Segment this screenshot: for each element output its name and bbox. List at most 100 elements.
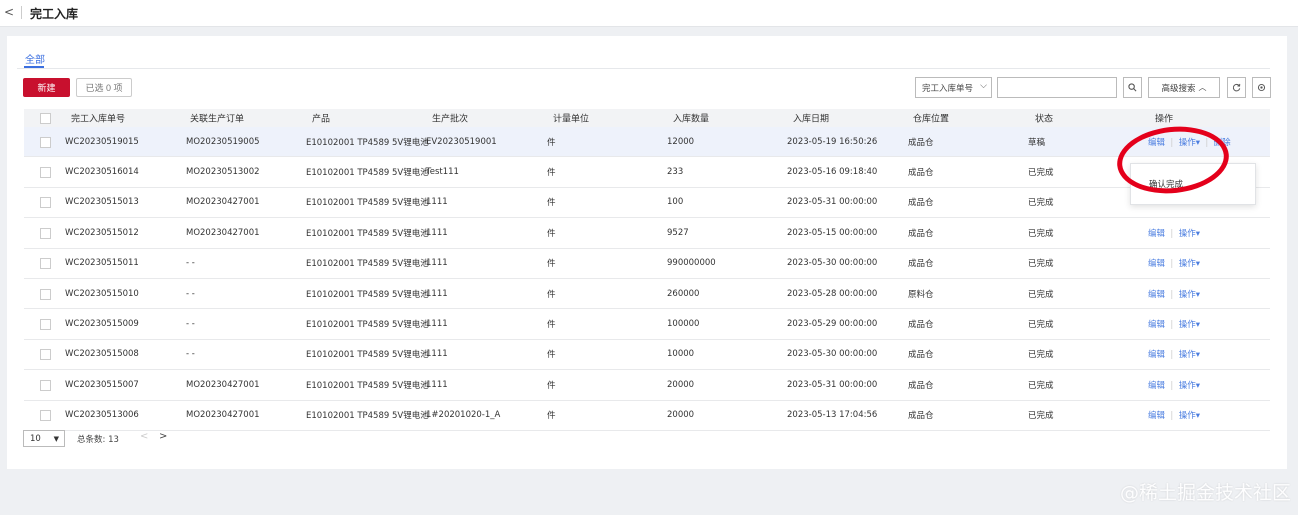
table-cell: 件 bbox=[547, 411, 556, 422]
edit-link[interactable]: 编辑 bbox=[1148, 411, 1165, 421]
page-size-select[interactable]: 10 ▼ bbox=[23, 430, 65, 447]
table-body: WC20230519015 MO20230519005 E10102001 TP45… bbox=[24, 127, 1270, 431]
table-cell: 成品仓 bbox=[908, 259, 934, 270]
table-cell: MO20230513002 bbox=[186, 167, 260, 178]
table-cell: MO20230427001 bbox=[186, 410, 260, 421]
page-title: 完工入库 bbox=[30, 7, 79, 21]
action-divider: | bbox=[1165, 228, 1179, 239]
table-cell: E10102001 TP4589 5V锂电池 bbox=[306, 228, 429, 239]
column-header: 仓库位置 bbox=[913, 114, 950, 125]
chevron-down-icon: ⌵ bbox=[980, 81, 987, 91]
data-table: 完工入库单号 关联生产订单 产品 生产批次 计量单位 入库数量 入库日期 仓库位… bbox=[24, 109, 1270, 431]
edit-link[interactable]: 编辑 bbox=[1148, 229, 1165, 239]
table-cell: E10102001 TP4589 5V锂电池 bbox=[306, 259, 429, 270]
table-cell: E10102001 TP4589 5V锂电池 bbox=[306, 320, 429, 331]
table-cell: E10102001 TP4589 5V锂电池 bbox=[306, 411, 429, 422]
table-cell: 已完成 bbox=[1028, 380, 1054, 391]
column-header: 关联生产订单 bbox=[190, 114, 245, 125]
row-actions: 编辑 | 操作▾ bbox=[1148, 379, 1200, 391]
edit-link[interactable]: 编辑 bbox=[1148, 259, 1165, 269]
action-divider: | bbox=[1165, 289, 1179, 300]
row-checkbox[interactable] bbox=[40, 349, 51, 361]
edit-link[interactable]: 编辑 bbox=[1148, 320, 1165, 330]
table-cell: 1111 bbox=[426, 258, 448, 269]
row-actions: 编辑 | 操作▾ bbox=[1148, 227, 1200, 239]
table-row[interactable]: WC20230519015 MO20230519005 E10102001 TP45… bbox=[24, 127, 1270, 158]
table-cell: 件 bbox=[547, 168, 556, 179]
row-checkbox[interactable] bbox=[40, 258, 51, 270]
table-row[interactable]: WC20230515011 - - E10102001 TP4589 5V锂电池 11… bbox=[24, 249, 1270, 279]
chevron-left-icon[interactable]: < bbox=[4, 5, 14, 19]
advanced-search-button[interactable]: 高级搜索 ︿ bbox=[1148, 77, 1220, 98]
edit-link[interactable]: 编辑 bbox=[1148, 381, 1165, 391]
operation-menu-link[interactable]: 操作▾ bbox=[1179, 350, 1200, 360]
edit-link[interactable]: 编辑 bbox=[1148, 290, 1165, 300]
tab-all[interactable]: 全部 bbox=[25, 51, 45, 66]
select-all-checkbox[interactable] bbox=[40, 113, 51, 124]
watermark: @稀土掘金技术社区 bbox=[1120, 482, 1292, 504]
table-cell: - - bbox=[186, 349, 195, 360]
table-cell: 已完成 bbox=[1028, 168, 1054, 179]
prev-page-icon[interactable]: < bbox=[140, 431, 148, 442]
table-row[interactable]: WC20230515010 - - E10102001 TP4589 5V锂电池 11… bbox=[24, 279, 1270, 310]
new-button[interactable]: 新建 bbox=[23, 78, 70, 97]
search-input[interactable] bbox=[997, 77, 1117, 98]
table-cell: 233 bbox=[667, 167, 684, 178]
table-cell: 已完成 bbox=[1028, 289, 1054, 300]
table-cell: 1111 bbox=[426, 227, 448, 238]
table-cell: 20000 bbox=[667, 410, 695, 421]
next-page-icon[interactable]: > bbox=[159, 431, 167, 442]
table-cell: EV20230519001 bbox=[426, 136, 497, 147]
table-row[interactable]: WC20230515007 MO20230427001 E10102001 TP45… bbox=[24, 370, 1270, 401]
operation-menu-link[interactable]: 操作▾ bbox=[1179, 290, 1200, 300]
row-checkbox[interactable] bbox=[40, 288, 51, 300]
search-icon[interactable] bbox=[1123, 77, 1142, 98]
selected-count-button[interactable]: 已选 0 项 bbox=[76, 78, 132, 97]
table-row[interactable]: WC20230515013 MO20230427001 E10102001 TP45… bbox=[24, 188, 1270, 219]
row-checkbox[interactable] bbox=[40, 227, 51, 239]
table-cell: 2023-05-31 00:00:00 bbox=[787, 379, 878, 390]
table-cell: 10000 bbox=[667, 349, 695, 360]
table-row[interactable]: WC20230515008 - - E10102001 TP4589 5V锂电池 11… bbox=[24, 340, 1270, 371]
table-cell: 2023-05-16 09:18:40 bbox=[787, 167, 878, 178]
operation-menu-link[interactable]: 操作▾ bbox=[1179, 259, 1200, 269]
table-cell: 原料仓 bbox=[908, 289, 934, 300]
operation-menu-link[interactable]: 操作▾ bbox=[1179, 229, 1200, 239]
table-cell: - - bbox=[186, 258, 195, 269]
operation-menu-link[interactable]: 操作▾ bbox=[1179, 411, 1200, 421]
table-cell: MO20230427001 bbox=[186, 227, 260, 238]
table-cell: 成品仓 bbox=[908, 350, 934, 361]
row-checkbox[interactable] bbox=[40, 410, 51, 422]
operation-menu-link[interactable]: 操作▾ bbox=[1179, 381, 1200, 391]
table-row[interactable]: WC20230515009 - - E10102001 TP4589 5V锂电池 11… bbox=[24, 309, 1270, 340]
edit-link[interactable]: 编辑 bbox=[1148, 350, 1165, 360]
table-row[interactable]: WC20230515012 MO20230427001 E10102001 TP45… bbox=[24, 218, 1270, 249]
table-cell: 已完成 bbox=[1028, 259, 1054, 270]
table-row[interactable]: WC20230513006 MO20230427001 E10102001 TP45… bbox=[24, 401, 1270, 431]
table-cell: 2023-05-15 00:00:00 bbox=[787, 227, 878, 238]
table-cell: MO20230427001 bbox=[186, 197, 260, 208]
table-cell: MO20230519005 bbox=[186, 136, 260, 147]
row-checkbox[interactable] bbox=[40, 379, 51, 391]
column-header: 状态 bbox=[1035, 114, 1054, 125]
table-cell: 已完成 bbox=[1028, 350, 1054, 361]
table-row[interactable]: WC20230516014 MO20230513002 E10102001 TP45… bbox=[24, 157, 1270, 188]
table-cell: 成品仓 bbox=[908, 198, 934, 209]
refresh-icon[interactable] bbox=[1227, 77, 1246, 98]
row-checkbox[interactable] bbox=[40, 197, 51, 209]
row-checkbox[interactable] bbox=[40, 136, 51, 148]
top-bar: < 完工入库 bbox=[0, 0, 1298, 27]
action-divider: | bbox=[1165, 380, 1179, 391]
table-cell: 件 bbox=[547, 137, 556, 148]
row-checkbox[interactable] bbox=[40, 319, 51, 331]
settings-gear-icon[interactable] bbox=[1252, 77, 1271, 98]
table-cell: 2023-05-30 00:00:00 bbox=[787, 258, 878, 269]
table-cell: WC20230515008 bbox=[65, 349, 139, 360]
table-cell: MO20230427001 bbox=[186, 379, 260, 390]
table-cell: 成品仓 bbox=[908, 380, 934, 391]
operation-menu-link[interactable]: 操作▾ bbox=[1179, 320, 1200, 330]
search-field-select[interactable]: 完工入库单号 ⌵ bbox=[915, 77, 992, 98]
table-cell: 已完成 bbox=[1028, 228, 1054, 239]
row-checkbox[interactable] bbox=[40, 167, 51, 179]
table-cell: WC20230516014 bbox=[65, 167, 139, 178]
